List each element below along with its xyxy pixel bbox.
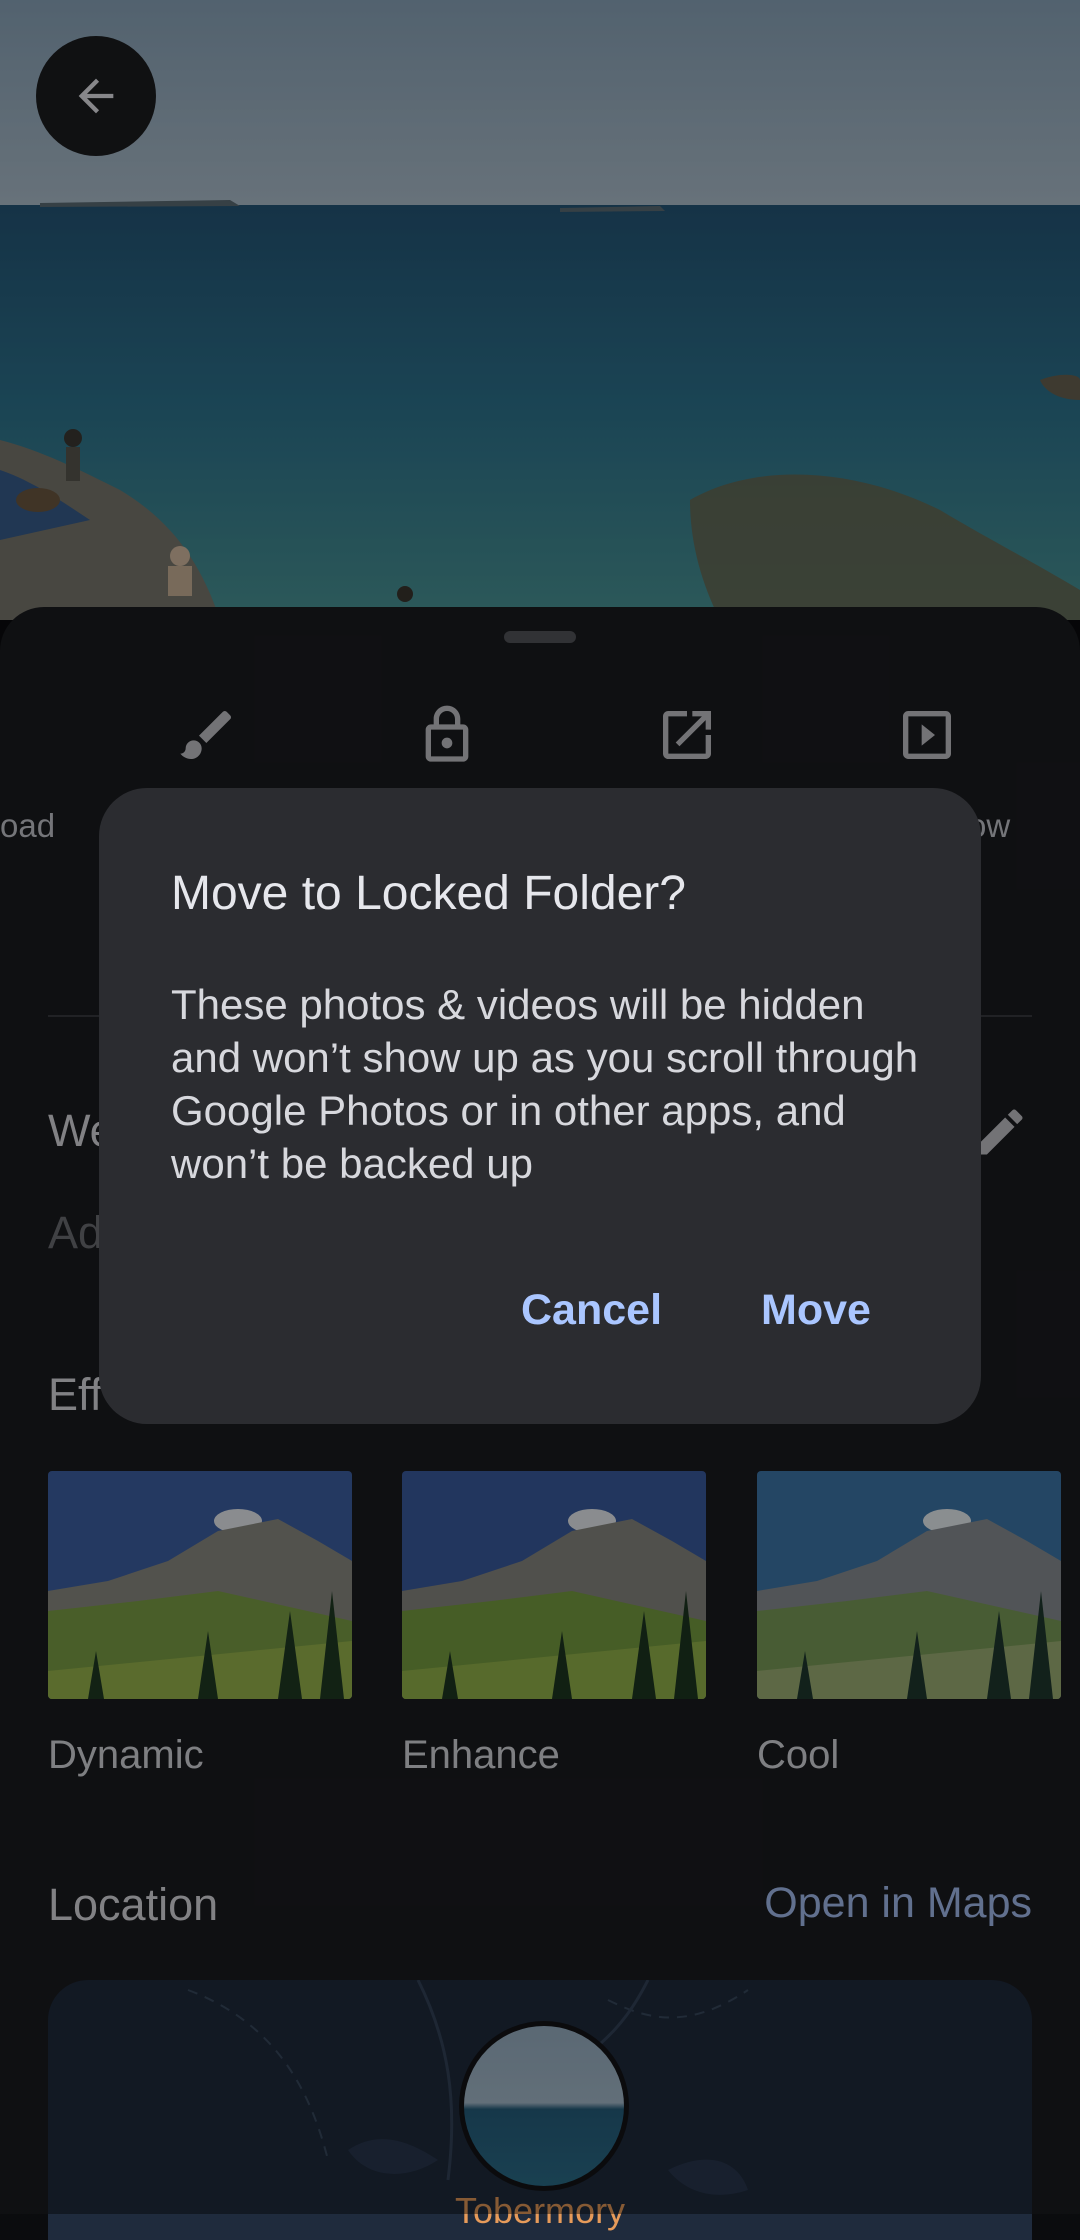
dialog-title: Move to Locked Folder? <box>171 867 686 920</box>
dialog-body: These photos & videos will be hidden and… <box>171 981 919 1187</box>
locked-folder-dialog: Move to Locked Folder? These photos & vi… <box>99 788 981 1424</box>
move-button[interactable]: Move <box>761 1286 871 1335</box>
cancel-button[interactable]: Cancel <box>521 1286 662 1335</box>
